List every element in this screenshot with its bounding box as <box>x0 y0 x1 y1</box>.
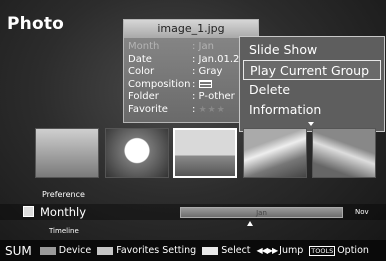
flower-thumbnail[interactable] <box>105 128 169 178</box>
menu-item-play-current-group[interactable]: Play Current Group <box>243 60 381 80</box>
option-button[interactable]: TOOLS Option <box>309 245 369 256</box>
mountain-thumbnail[interactable] <box>243 128 307 178</box>
favorites-setting-button[interactable]: Favorites Setting <box>97 245 196 256</box>
app-title: Photo <box>7 14 65 34</box>
menu-item-delete[interactable]: Delete <box>243 80 381 100</box>
rewind-forward-icon: ◀◀▶▶ <box>256 246 279 255</box>
info-value: : <box>192 78 196 90</box>
animals-thumbnail[interactable] <box>35 128 99 178</box>
favorites-label: Favorites Setting <box>116 245 197 256</box>
info-row-date: Date : Jan.01.2 <box>128 54 254 67</box>
timeline-label: Timeline <box>49 227 79 235</box>
option-label: Option <box>337 245 369 256</box>
select-label: Select <box>221 245 251 256</box>
info-value: : <box>192 103 196 115</box>
landscape-thumbnail[interactable] <box>173 128 237 178</box>
info-key: Color <box>128 66 155 77</box>
info-filename: image_1.jpg <box>124 20 258 38</box>
menu-item-slide-show[interactable]: Slide Show <box>243 40 381 60</box>
info-row-composition: Composition : <box>128 79 254 92</box>
menu-item-information[interactable]: Information <box>243 100 381 120</box>
sum-label: SUM <box>5 243 32 258</box>
preference-label: Preference <box>42 190 85 199</box>
tools-badge-icon: TOOLS <box>309 245 336 256</box>
sort-mode-icon <box>23 206 34 217</box>
info-key: Folder <box>128 91 159 102</box>
info-key: Month <box>128 41 160 52</box>
timeline-end-month: Nov <box>355 208 369 216</box>
timeline-track[interactable]: Jan <box>180 207 343 218</box>
red-button-icon <box>39 246 56 255</box>
device-button[interactable]: Device <box>39 245 92 256</box>
scenery-thumbnail[interactable] <box>312 128 376 178</box>
more-down-arrow-icon[interactable] <box>308 122 314 126</box>
sort-mode-label[interactable]: Monthly <box>40 205 86 219</box>
bottom-button-bar: SUM Device Favorites Setting Select ◀◀▶▶… <box>0 240 386 261</box>
info-row-color: Color : Gray <box>128 66 254 79</box>
select-button[interactable]: Select <box>202 245 251 256</box>
timeline-current-month: Jan <box>256 209 267 217</box>
info-key: Date <box>128 53 152 65</box>
info-key: Favorite <box>128 103 168 115</box>
device-label: Device <box>58 245 92 256</box>
photo-browser-screen: Photo image_1.jpg Month : Jan Date : Jan… <box>0 0 386 261</box>
info-key: Composition <box>128 78 191 90</box>
yellow-button-icon <box>202 246 219 255</box>
composition-icon <box>198 79 212 88</box>
green-button-icon <box>97 246 114 255</box>
info-row-folder: Folder : P-other <box>128 91 254 104</box>
info-row-favorite: Favorite : ★★★ <box>128 104 254 117</box>
jump-button[interactable]: ◀◀▶▶ Jump <box>257 245 304 256</box>
timeline-marker-icon[interactable] <box>247 221 253 226</box>
tools-menu: Slide Show Play Current Group Delete Inf… <box>239 36 385 132</box>
jump-label: Jump <box>279 245 304 256</box>
thumbnail-strip <box>0 128 386 184</box>
info-rows: Month : Jan Date : Jan.01.2 Color : Gray… <box>124 38 258 116</box>
info-row-month: Month : Jan <box>128 41 254 54</box>
star-rating-icon: ★★★ <box>198 104 226 115</box>
